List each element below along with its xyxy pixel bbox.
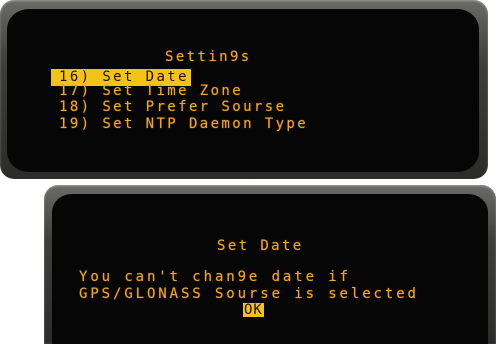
ok-button[interactable]: OK: [243, 303, 264, 317]
settings-title: Settin9s: [165, 49, 252, 65]
menu-item-set-time-zone[interactable]: 17) Set Time Zone: [51, 83, 308, 100]
settings-menu: 16) Set Date 17) Set Time Zone 18) Set P…: [51, 66, 308, 132]
dialog-message: You can't chan9e date if GPS/GLONASS Sou…: [79, 269, 419, 303]
dialog-message-line-1: You can't chan9e date if: [79, 269, 351, 285]
dialog-display-bezel: Set Date You can't chan9e date if GPS/GL…: [44, 185, 496, 344]
menu-item-set-prefer-source[interactable]: 18) Set Prefer Sourse: [51, 99, 308, 116]
settings-display-bezel: Settin9s 16) Set Date 17) Set Time Zone …: [0, 0, 488, 179]
settings-screen: Settin9s 16) Set Date 17) Set Time Zone …: [7, 9, 479, 172]
menu-item-set-ntp-daemon-type[interactable]: 19) Set NTP Daemon Type: [51, 116, 308, 133]
dialog-title: Set Date: [217, 238, 304, 254]
dialog-screen: Set Date You can't chan9e date if GPS/GL…: [52, 194, 488, 344]
dialog-message-line-2: GPS/GLONASS Sourse is selected: [79, 286, 419, 302]
